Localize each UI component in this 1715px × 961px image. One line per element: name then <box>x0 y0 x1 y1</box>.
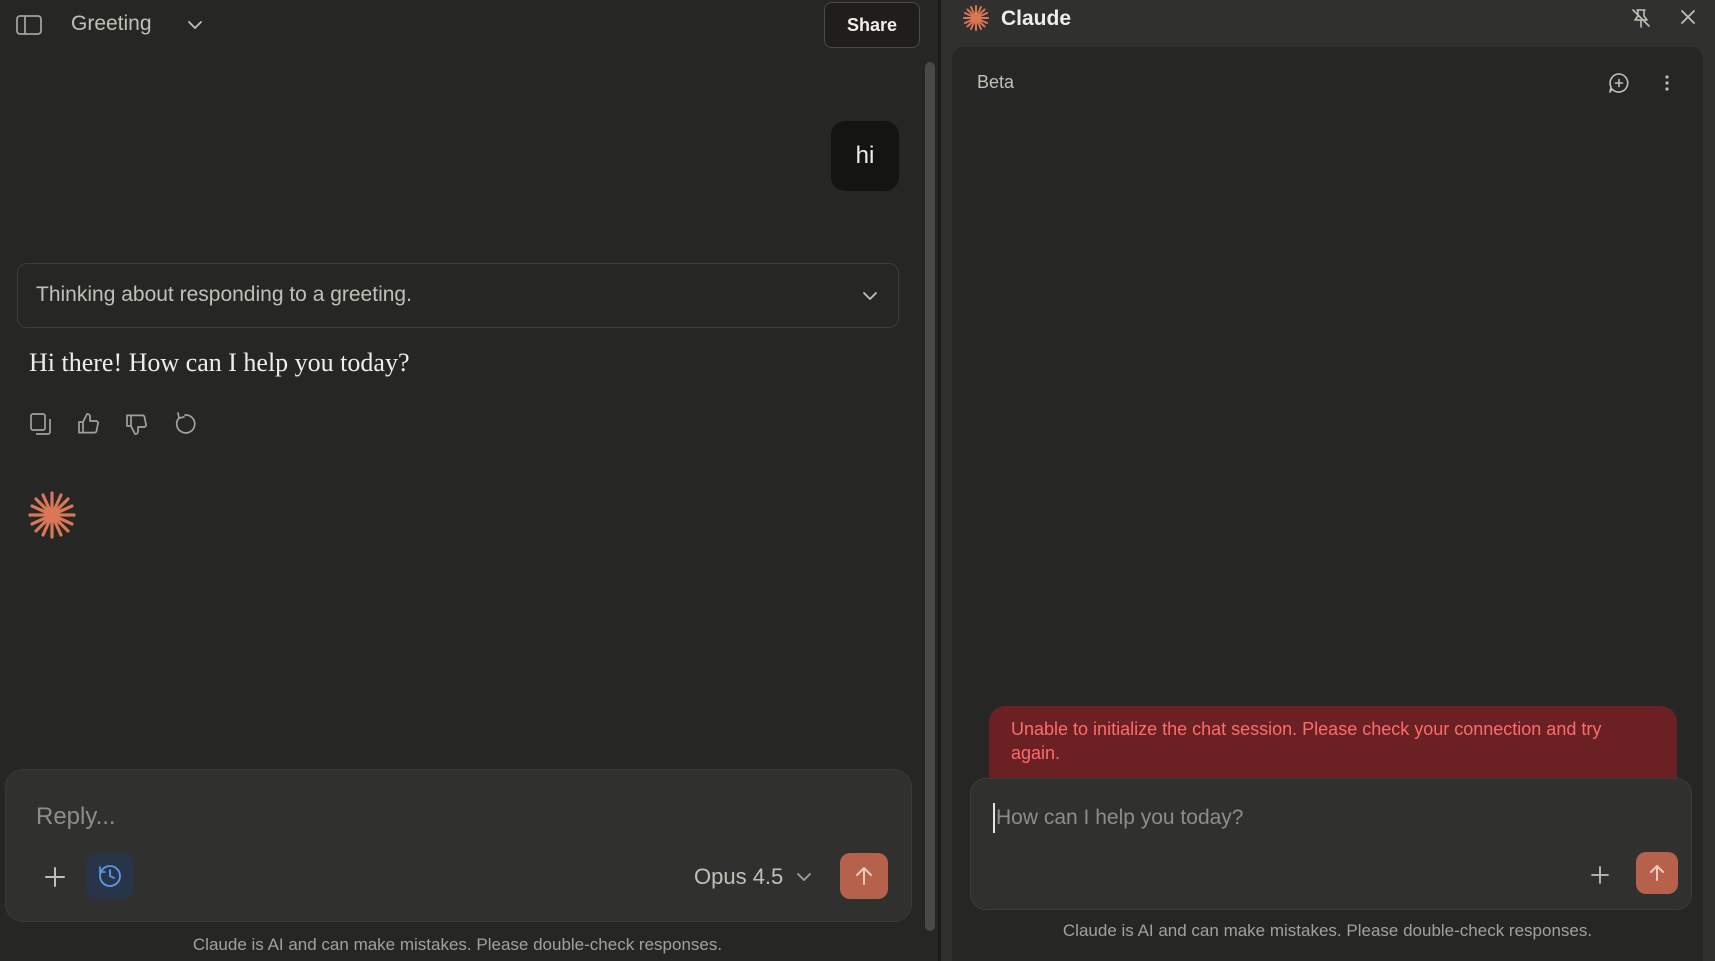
claude-spark-icon <box>963 5 989 31</box>
reply-input[interactable] <box>36 800 636 834</box>
disclaimer: Claude is AI and can make mistakes. Plea… <box>192 935 723 954</box>
chevron-down-icon <box>797 873 812 881</box>
error-banner: Unable to initialize the chat session. P… <box>989 706 1677 782</box>
scrollbar[interactable] <box>925 62 935 931</box>
share-button[interactable]: Share <box>824 2 920 48</box>
chevron-down-icon <box>860 286 880 306</box>
reply-composer: Opus 4.5 <box>5 769 912 922</box>
sidebar-toggle-icon[interactable] <box>16 15 42 35</box>
chevron-down-icon[interactable] <box>185 15 205 35</box>
send-button[interactable] <box>1636 852 1678 894</box>
beta-label: Beta <box>977 72 1015 92</box>
model-selector[interactable]: Opus 4.5 <box>694 862 813 892</box>
main-chat-pane: Greeting Share hi Thinking about respond… <box>0 0 940 961</box>
thinking-summary-text: Thinking about responding to a greeting. <box>36 283 412 306</box>
model-name: Opus 4.5 <box>694 864 784 889</box>
add-attachment-button[interactable] <box>41 863 69 891</box>
more-options-icon[interactable] <box>1659 71 1675 95</box>
close-icon[interactable] <box>1678 7 1698 27</box>
side-panel-header: Claude <box>941 0 1715 44</box>
side-panel-input[interactable] <box>993 803 1593 833</box>
side-panel-title: Claude <box>1001 7 1072 30</box>
thumbs-down-icon[interactable] <box>124 410 150 438</box>
thumbs-up-icon[interactable] <box>76 410 102 438</box>
copy-icon[interactable] <box>28 410 54 438</box>
unpin-icon[interactable] <box>1630 7 1652 29</box>
assistant-message: Hi there! How can I help you today? <box>29 348 410 377</box>
claude-spark-icon <box>27 490 77 540</box>
chat-header: Greeting Share <box>0 0 940 50</box>
new-chat-icon[interactable] <box>1607 71 1631 95</box>
add-attachment-button[interactable] <box>1588 863 1612 887</box>
thinking-summary[interactable]: Thinking about responding to a greeting. <box>17 263 899 328</box>
claude-side-panel: Claude Beta Unable to initialize the cha… <box>941 0 1715 961</box>
clock-icon[interactable] <box>86 853 134 899</box>
disclaimer: Claude is AI and can make mistakes. Plea… <box>1062 921 1593 940</box>
conversation-title[interactable]: Greeting <box>71 12 152 36</box>
send-button[interactable] <box>840 853 888 899</box>
retry-icon[interactable] <box>172 410 198 438</box>
app-window: Greeting Share hi Thinking about respond… <box>0 0 1715 961</box>
side-panel-composer <box>970 778 1692 910</box>
side-panel-body: Beta Unable to initialize the chat sessi… <box>952 47 1703 961</box>
user-message: hi <box>831 121 899 191</box>
